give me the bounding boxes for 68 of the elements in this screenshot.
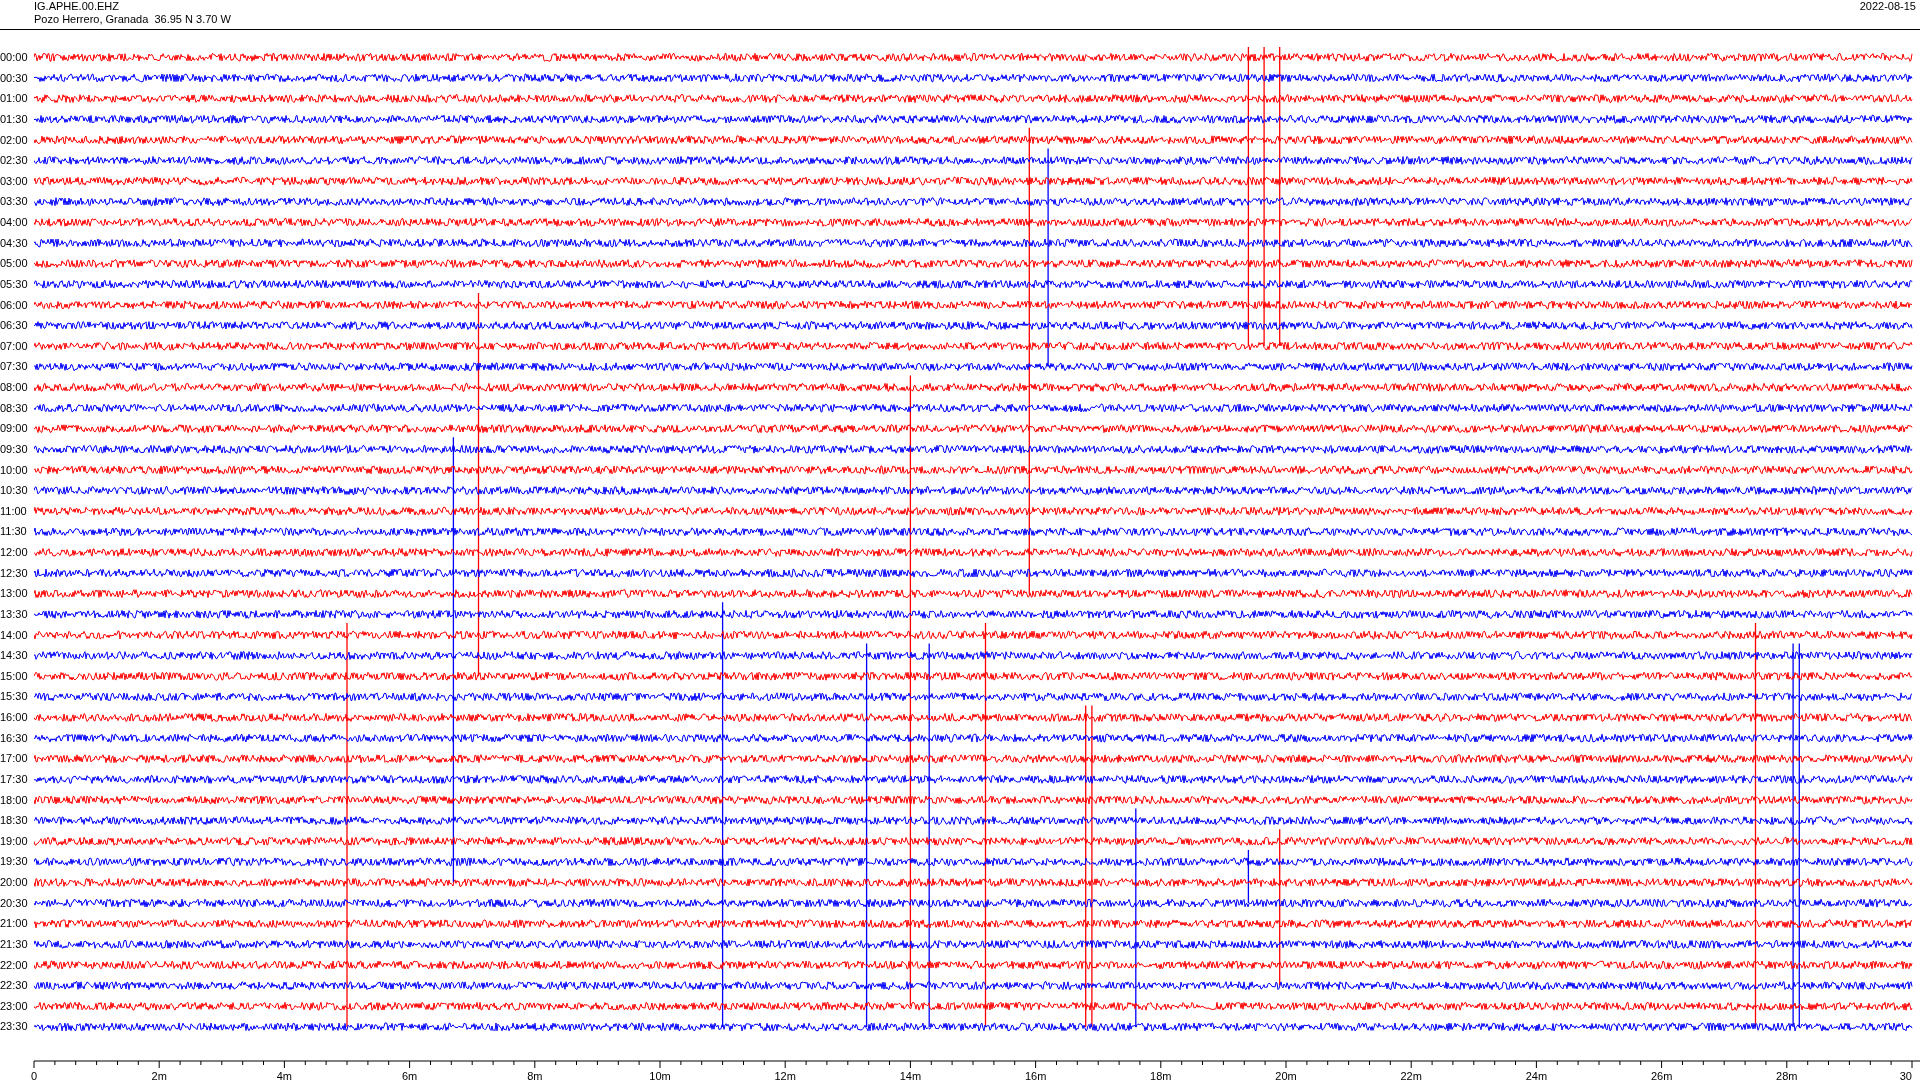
time-label: 02:30 [0,153,29,169]
time-label: 22:30 [0,978,29,994]
axis-label: 20m [1275,1070,1297,1080]
station-location: Pozo Herrero, Granada 36.95 N 3.70 W [34,13,231,26]
time-label: 01:00 [0,91,29,107]
time-label: 09:00 [0,421,29,437]
time-label: 22:00 [0,957,29,973]
time-label: 07:30 [0,359,29,375]
axis-label: 24m [1525,1070,1548,1080]
time-label: 16:30 [0,730,29,746]
time-label: 14:00 [0,627,29,643]
time-label: 06:30 [0,318,29,334]
time-label: 12:30 [0,565,29,581]
time-label: 19:30 [0,854,29,870]
time-label: 09:30 [0,441,29,457]
station-code: IG.APHE.00.EHZ [34,0,120,13]
axis-label: 16m [1024,1070,1047,1080]
time-label: 21:30 [0,936,29,952]
time-label: 18:00 [0,792,29,808]
record-date: 2022-08-15 [1859,0,1917,13]
axis-label: 0 [30,1070,38,1080]
time-label: 07:00 [0,338,29,354]
time-label: 00:00 [0,50,29,65]
seismic-spike [1247,849,1250,904]
axis-label: 10m [649,1070,671,1080]
time-label: 11:30 [0,524,28,540]
axis-label: 18m [1150,1070,1172,1080]
axis-label: 8m [527,1070,543,1080]
time-label: 21:00 [0,916,29,932]
axis-label: 2m [151,1070,167,1080]
time-label: 14:30 [0,648,29,664]
time-label: 05:00 [0,256,29,272]
axis-label: 28m [1776,1070,1798,1080]
time-label: 03:00 [0,173,29,189]
time-label: 23:30 [0,1019,29,1035]
time-label: 12:00 [0,545,29,560]
time-label: 05:30 [0,276,29,292]
time-label: 02:00 [0,132,29,148]
axis-label: 22m [1400,1070,1422,1080]
time-label: 10:00 [0,462,29,478]
time-label: 17:30 [0,771,29,787]
time-label: 04:00 [0,215,29,230]
axis-label: 4m [276,1070,293,1080]
time-label: 13:30 [0,606,29,622]
axis-label: 6m [401,1070,418,1080]
time-label: 00:30 [0,70,29,86]
axis-label: 26m [1650,1070,1673,1080]
time-label: 11:00 [0,503,28,519]
time-label: 10:30 [0,483,29,499]
time-label: 04:30 [0,235,29,251]
time-label: 20:30 [0,895,29,911]
time-label: 16:00 [0,710,29,725]
time-label: 08:30 [0,400,29,416]
time-label: 15:30 [0,689,29,705]
time-label: 23:00 [0,998,29,1014]
time-label: 13:00 [0,586,29,602]
time-label: 01:30 [0,111,29,127]
axis-label: 14m [899,1070,922,1080]
time-label: 19:00 [0,833,29,849]
time-label: 15:00 [0,668,29,684]
time-label: 06:00 [0,297,29,313]
time-label: 20:00 [0,875,29,890]
time-label: 17:00 [0,751,29,767]
time-label: 18:30 [0,813,29,829]
time-label: 03:30 [0,194,29,210]
axis-label: 30 [1899,1070,1912,1080]
time-label: 08:00 [0,380,29,395]
axis-label: 12m [774,1070,796,1080]
